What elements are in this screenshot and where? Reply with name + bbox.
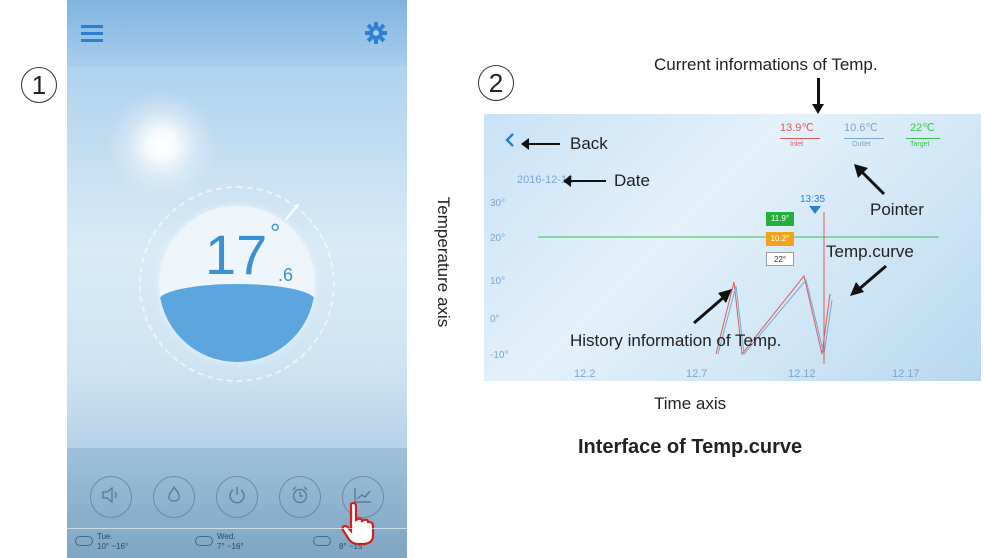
weather-day-label: Tue. (97, 532, 113, 541)
arrow-curve-icon (850, 264, 887, 296)
arrow-pointer-icon (854, 164, 886, 196)
annotation-date: Date (614, 171, 650, 190)
annotation-current-info: Current informations of Temp. (654, 55, 878, 74)
annotation-temperature-axis: Temperature axis (434, 196, 454, 328)
arrow-left-icon (521, 138, 560, 150)
water-level (159, 284, 315, 362)
figure-caption: Interface of Temp.curve (578, 436, 803, 458)
arrow-left-icon (563, 175, 606, 187)
alarm-clock-icon (291, 486, 309, 509)
heat-button[interactable] (153, 476, 195, 518)
menu-icon[interactable] (81, 24, 103, 42)
annotation-pointer: Pointer (870, 200, 924, 219)
pointer-triangle-icon[interactable] (809, 206, 821, 214)
sun-glow (107, 90, 217, 200)
weather-range: 7° ~16° (217, 542, 244, 551)
phone-screen-home: 17 ° .6 Tue. 10° ~16° Wed. 7° ~16° 8° ~1… (67, 0, 407, 558)
badge-outlet: 10.2° (766, 232, 794, 246)
arrow-history-icon (693, 289, 732, 325)
temperature-degree: ° (270, 218, 281, 248)
badge-inlet: 11.9° (766, 212, 794, 226)
power-icon (228, 486, 246, 509)
gear-icon[interactable] (365, 22, 387, 44)
weather-range: 10° ~16° (97, 542, 129, 551)
step-number-2: 2 (478, 65, 514, 101)
speaker-icon (101, 486, 121, 508)
badge-target: 22° (766, 252, 794, 266)
app-header (67, 0, 407, 66)
step-number-1: 1 (21, 67, 57, 103)
temperature-decimal: .6 (278, 265, 294, 285)
annotation-back: Back (570, 134, 608, 153)
weather-range: 8° ~15° (339, 542, 366, 551)
sound-button[interactable] (90, 476, 132, 518)
cloud-icon (75, 536, 93, 546)
cloud-icon (313, 536, 331, 546)
annotation-time-axis: Time axis (654, 394, 727, 413)
timer-button[interactable] (279, 476, 321, 518)
annotation-history: History information of Temp. (570, 331, 782, 350)
flame-icon (167, 484, 181, 509)
pointer-time: 13:35 (800, 194, 826, 205)
arrow-down-icon (812, 78, 824, 114)
temperature-value: 17 (205, 223, 268, 286)
weather-day-label: Wed. (217, 532, 236, 541)
cloud-icon (195, 536, 213, 546)
power-button[interactable] (216, 476, 258, 518)
annotation-temp-curve: Temp.curve (826, 242, 914, 261)
